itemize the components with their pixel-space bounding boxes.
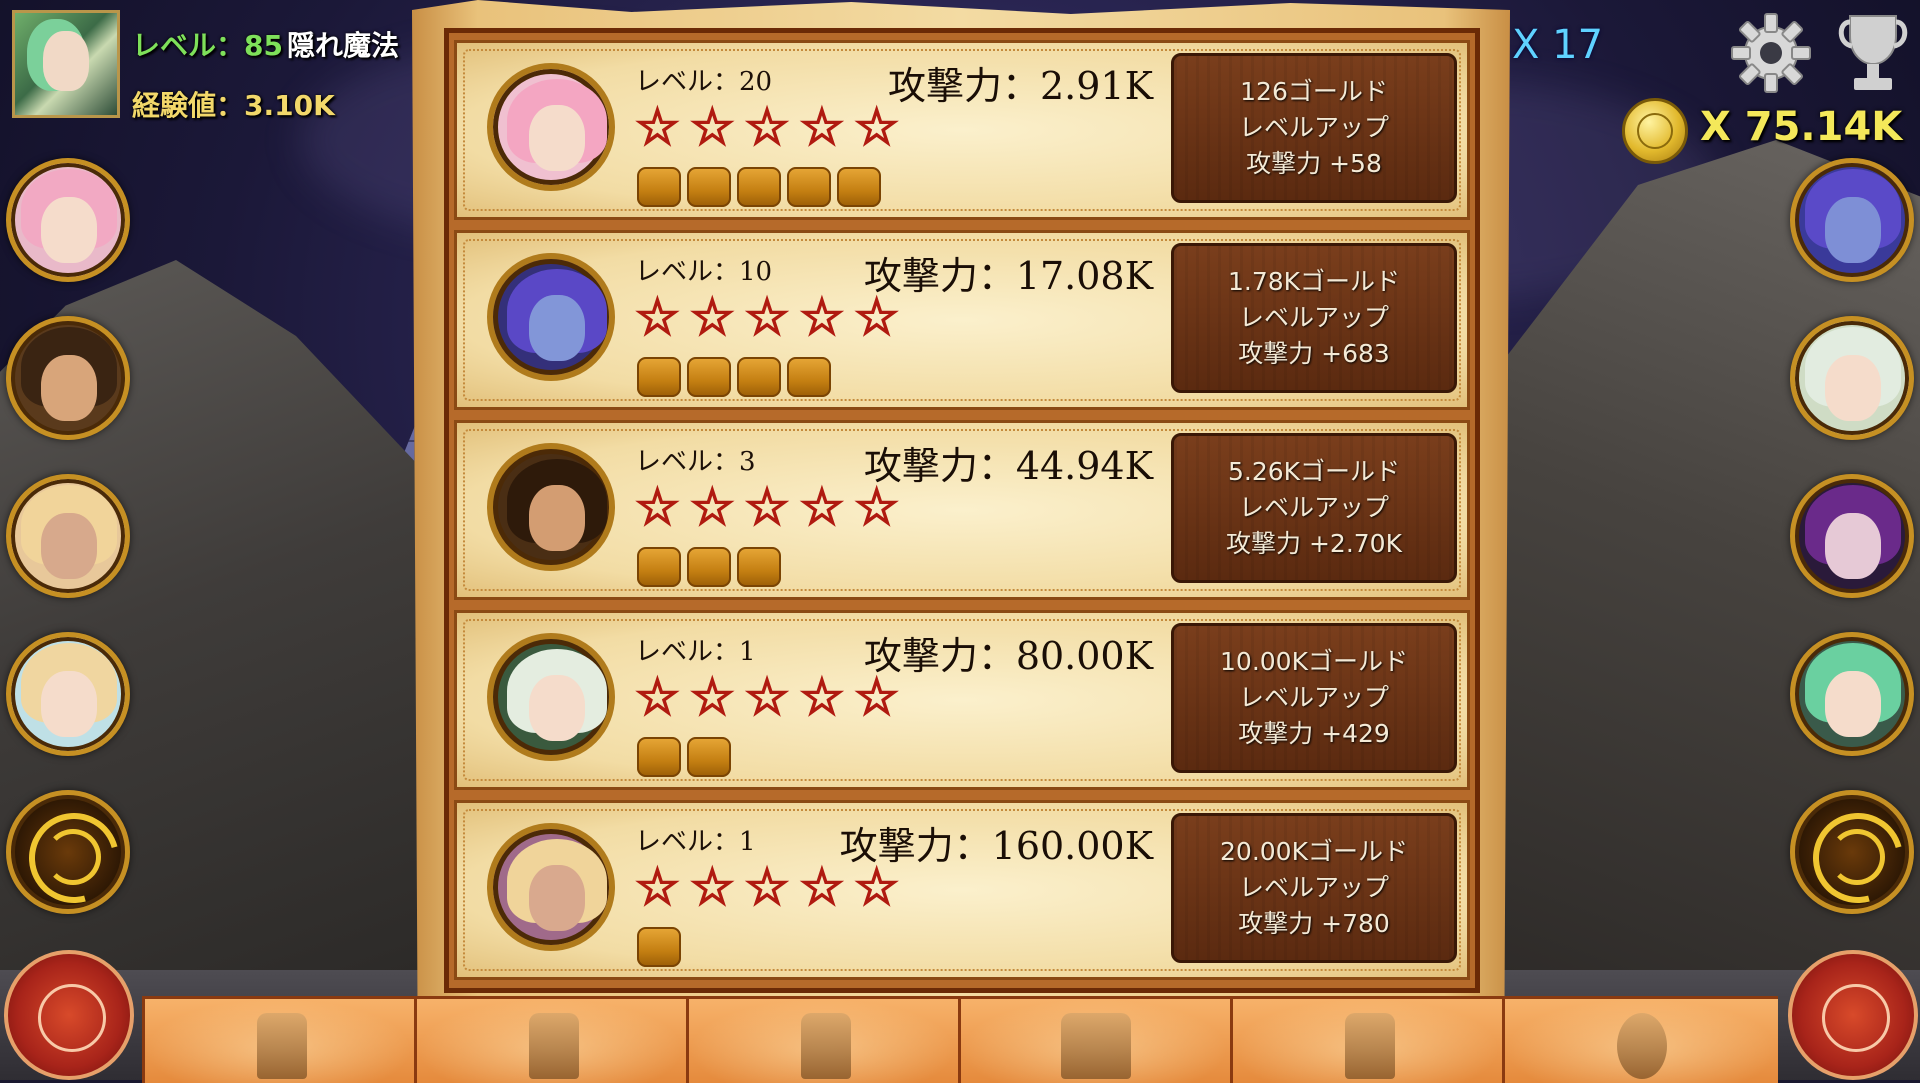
treasure-chest-icon	[1061, 1013, 1131, 1079]
heroine-portrait-2[interactable]	[6, 316, 130, 440]
heroine-portrait-3[interactable]	[6, 474, 130, 598]
tab-fairy[interactable]	[414, 999, 684, 1083]
locked-emblem-right[interactable]	[1790, 790, 1914, 914]
star-rating: ☆☆☆☆☆	[634, 288, 910, 346]
star-rating: ☆☆☆☆☆	[634, 478, 910, 536]
upgrade-row: レベル：1 攻撃力：160.00K ☆☆☆☆☆ 20.00Kゴールド レベルアップ…	[454, 800, 1470, 980]
row-level: レベル：3	[635, 447, 756, 477]
tab-potion[interactable]	[686, 999, 956, 1083]
fairy-icon	[529, 1013, 579, 1079]
bottom-tab-bar	[142, 996, 1778, 1083]
gem-count: X 17	[1512, 22, 1604, 68]
heroine-avatar	[487, 443, 615, 571]
upgrade-list: レベル：20 攻撃力：2.91K ☆☆☆☆☆ 126ゴールド レベルアップ 攻撃力 …	[454, 40, 1470, 980]
gem-icon	[1617, 1013, 1667, 1079]
row-attack: 攻撃力：2.91K	[888, 64, 1153, 108]
upgrade-row: レベル：10 攻撃力：17.08K ☆☆☆☆☆ 1.78Kゴールド レベルアップ攻…	[454, 230, 1470, 410]
heroine-portrait-elf[interactable]	[1790, 316, 1914, 440]
bag-icon	[1345, 1013, 1395, 1079]
heroine-icon	[257, 1013, 307, 1079]
row-level: レベル：1	[635, 637, 756, 667]
level-up-button[interactable]: 1.78Kゴールド レベルアップ 攻撃力 +683	[1171, 243, 1457, 393]
tab-gem[interactable]	[1502, 999, 1778, 1083]
magic-circle-icon[interactable]	[1788, 950, 1918, 1080]
skill-pips	[637, 927, 687, 971]
tab-bag[interactable]	[1230, 999, 1500, 1083]
player-level: レベル：85 隠れ魔法	[132, 29, 399, 62]
heroine-avatar	[487, 63, 615, 191]
heroine-portrait-4[interactable]	[6, 632, 130, 756]
level-up-button[interactable]: 126ゴールド レベルアップ 攻撃力 +58	[1171, 53, 1457, 203]
star-rating: ☆☆☆☆☆	[634, 668, 910, 726]
heroine-avatar	[487, 823, 615, 951]
heroine-portrait-twins[interactable]	[1790, 158, 1914, 282]
player-title: 隠れ魔法	[286, 29, 399, 62]
player-avatar[interactable]	[12, 10, 120, 118]
heroine-avatar	[487, 633, 615, 761]
player-exp: 経験値：3.10K	[132, 89, 335, 122]
potion-icon	[801, 1013, 851, 1079]
upgrade-row: レベル：1 攻撃力：80.00K ☆☆☆☆☆ 10.00Kゴールド レベルアップ攻…	[454, 610, 1470, 790]
level-up-button[interactable]: 10.00Kゴールド レベルアップ 攻撃力 +429	[1171, 623, 1457, 773]
gold-coin-icon	[1622, 98, 1688, 164]
settings-gear-icon[interactable]	[1728, 10, 1814, 96]
upgrade-row: レベル：3 攻撃力：44.94K ☆☆☆☆☆ 5.26Kゴールド レベルアップ 攻撃…	[454, 420, 1470, 600]
trophy-icon[interactable]	[1838, 10, 1908, 96]
gold-count: X 75.14K	[1700, 104, 1903, 150]
compass-icon[interactable]	[4, 950, 134, 1080]
row-level: レベル：10	[635, 257, 773, 287]
upgrade-row: レベル：20 攻撃力：2.91K ☆☆☆☆☆ 126ゴールド レベルアップ 攻撃力 …	[454, 40, 1470, 220]
player-status: レベル：85 隠れ魔法 経験値：3.10K	[12, 10, 432, 125]
heroine-portrait-dark[interactable]	[1790, 474, 1914, 598]
heroine-avatar	[487, 253, 615, 381]
level-up-button[interactable]: 20.00Kゴールド レベルアップ 攻撃力 +780	[1171, 813, 1457, 963]
heroine-portrait-hat[interactable]	[1790, 632, 1914, 756]
skill-pips	[637, 357, 837, 401]
row-level: レベル：20	[635, 67, 773, 97]
locked-emblem-left[interactable]	[6, 790, 130, 914]
level-up-button[interactable]: 5.26Kゴールド レベルアップ 攻撃力 +2.70K	[1171, 433, 1457, 583]
row-level: レベル：1	[635, 827, 756, 857]
star-rating: ☆☆☆☆☆	[634, 98, 910, 156]
skill-pips	[637, 167, 887, 211]
tab-heroine[interactable]	[142, 999, 412, 1083]
star-rating: ☆☆☆☆☆	[634, 858, 910, 916]
tab-chest[interactable]	[958, 999, 1228, 1083]
skill-pips	[637, 547, 787, 591]
heroine-portrait-1[interactable]	[6, 158, 130, 282]
skill-pips	[637, 737, 737, 781]
